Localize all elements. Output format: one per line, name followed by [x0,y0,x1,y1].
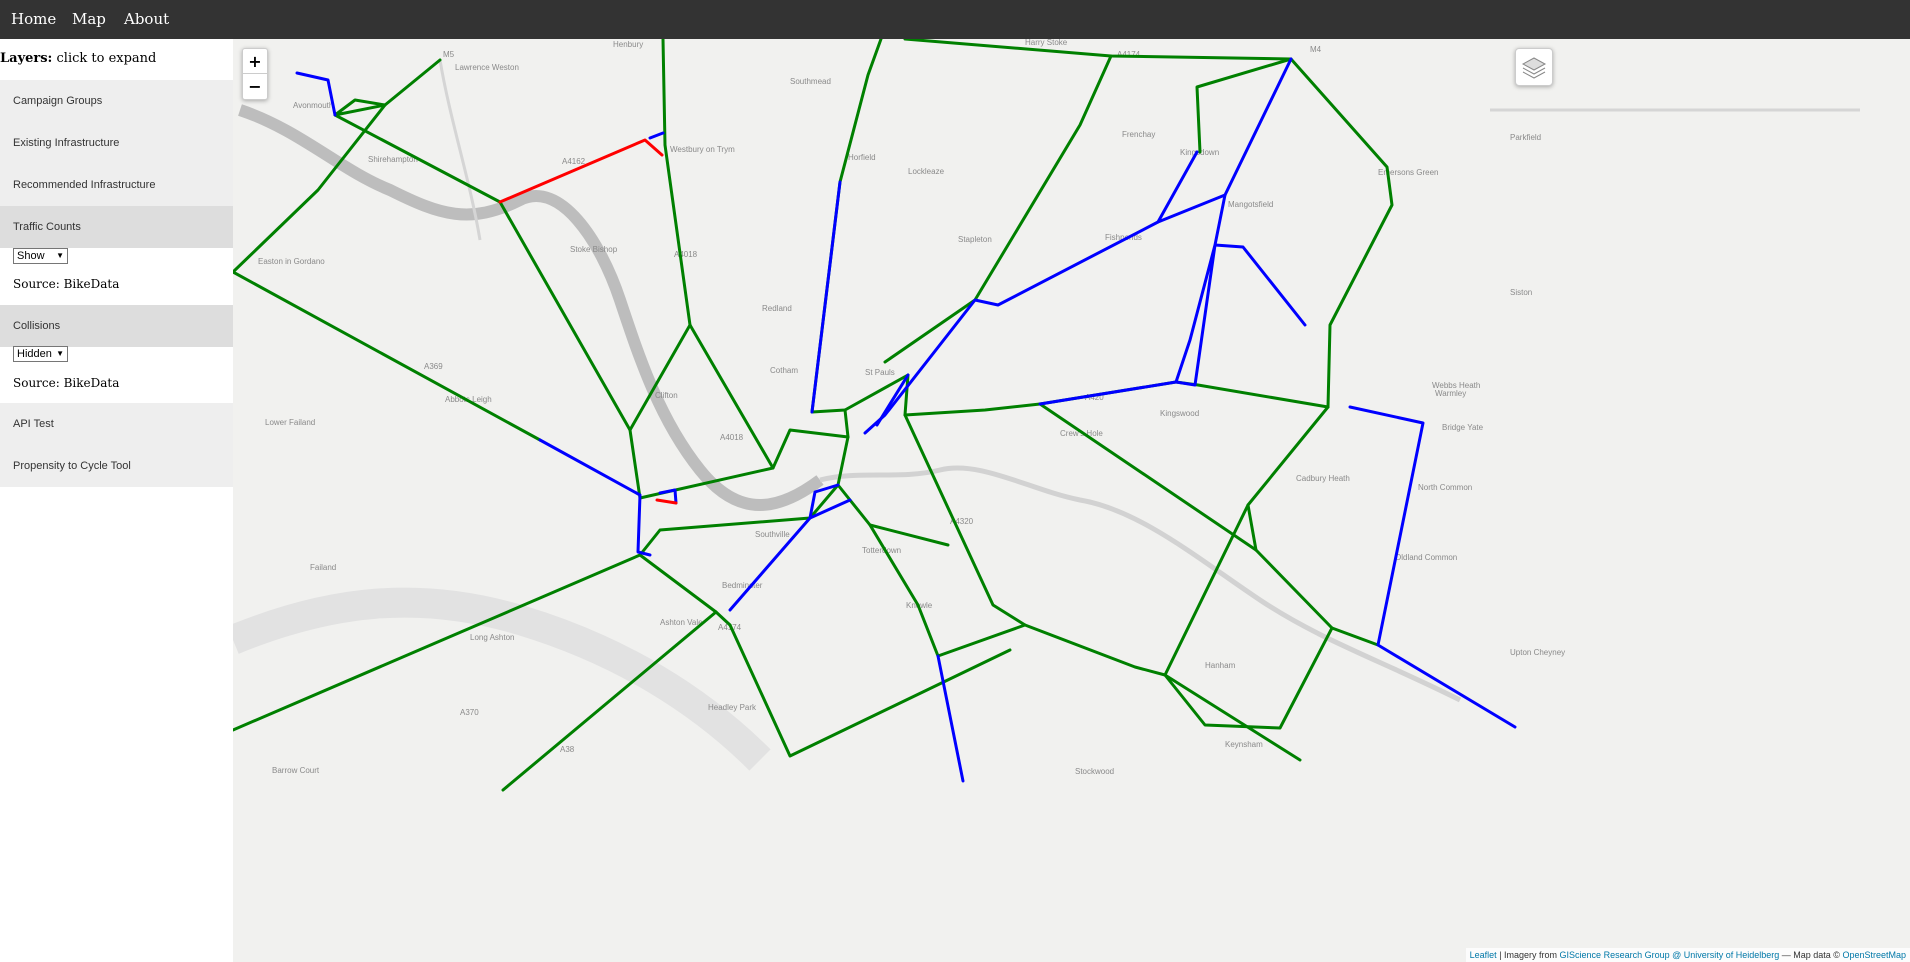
map-place-label: North Common [1418,483,1472,492]
map-attribution: Leaflet | Imagery from GIScience Researc… [1465,948,1910,962]
nav-home[interactable]: Home [11,0,56,39]
nav-map[interactable]: Map [72,0,106,39]
giscience-link[interactable]: GIScience Research Group @ University of… [1560,950,1780,960]
map-place-label: Siston [1510,288,1532,297]
traffic-counts-select[interactable]: Show ▼ [13,248,68,264]
map-place-label: Totterdown [862,546,901,555]
collisions-source: Source: BikeData [13,376,120,390]
map-place-label: A369 [424,362,443,371]
map-place-label: Southmead [790,77,831,86]
map-place-label: Lower Failand [265,418,315,427]
layers-sidebar: Layers: click to expand Campaign Groups … [0,39,233,962]
zoom-control: + − [242,48,268,100]
nav-about[interactable]: About [124,0,169,39]
map-place-label: M5 [443,50,455,59]
map-place-label: A370 [460,708,479,717]
map-place-label: Henbury [613,40,643,49]
map-place-label: Kingswood [1160,409,1199,418]
leaflet-link[interactable]: Leaflet [1470,950,1497,960]
collisions-select-value: Hidden [17,348,52,360]
map-place-label: Failand [310,563,336,572]
map-place-label: Oldland Common [1395,553,1457,562]
map-place-label: Ashton Vale [660,618,703,627]
map-place-label: Upton Cheyney [1510,648,1565,657]
layers-heading: Layers: click to expand [0,51,156,66]
basemap [233,39,1910,962]
map-place-label: Clifton [655,391,678,400]
layers-heading-hint: click to expand [56,51,157,66]
map-place-label: Parkfield [1510,133,1541,142]
map-place-label: St Pauls [865,368,895,377]
layer-group-collisions[interactable]: Collisions [0,305,233,347]
openstreetmap-link[interactable]: OpenStreetMap [1842,950,1906,960]
top-navbar: Home Map About [0,0,1910,39]
layers-control-button[interactable] [1515,48,1553,86]
layer-group-existing-infrastructure[interactable]: Existing Infrastructure [0,122,233,164]
map-place-label: Bridge Yate [1442,423,1484,432]
map-canvas[interactable]: M5 Lawrence Weston Henbury Southmead Harry S… [233,39,1910,962]
layer-group-campaign-groups[interactable]: Campaign Groups [0,80,233,122]
map-svg: M5Lawrence Weston Henbury Southmead Harry S… [233,39,1910,962]
map-place-label: Bedminster [722,581,763,590]
map-place-label: Westbury on Trym [670,145,735,154]
dropdown-arrow-icon: ▼ [56,349,64,358]
dropdown-arrow-icon: ▼ [56,251,64,260]
map-place-label: Warmley [1435,389,1466,398]
map-place-label: Headley Park [708,703,757,712]
zoom-in-button[interactable]: + [243,49,267,74]
collisions-select[interactable]: Hidden ▼ [13,346,68,362]
layer-group-recommended-infrastructure[interactable]: Recommended Infrastructure [0,164,233,206]
map-place-label: Cadbury Heath [1296,474,1350,483]
zoom-out-button[interactable]: − [243,74,267,99]
map-place-label: Barrow Court [272,766,320,775]
map-place-label: Cotham [770,366,798,375]
map-place-label: A4018 [720,433,744,442]
map-place-label: Webbs Heath [1432,381,1480,390]
map-place-label: Avonmouth [293,101,333,110]
layers-stack-icon [1521,57,1547,79]
attribution-text: — Map data © [1779,950,1843,960]
map-place-label: Lockleaze [908,167,945,176]
map-place-label: Hanham [1205,661,1236,670]
map-place-label: Frenchay [1122,130,1155,139]
map-place-label: M4 [1310,45,1322,54]
map-place-label: Mangotsfield [1228,200,1273,209]
map-place-label: Horfield [848,153,876,162]
map-place-label: Long Ashton [470,633,514,642]
traffic-counts-select-value: Show [17,250,45,262]
map-place-label: Stapleton [958,235,992,244]
layer-group-api-test[interactable]: API Test [0,403,233,445]
map-place-label: Keynsham [1225,740,1263,749]
map-place-label: Harry Stoke [1025,39,1068,47]
map-place-label: Stoke Bishop [570,245,618,254]
map-place-label: Easton in Gordano [258,257,325,266]
traffic-counts-source: Source: BikeData [13,277,120,291]
map-place-label: Stockwood [1075,767,1114,776]
map-place-label: Lawrence Weston [455,63,519,72]
attribution-text: | Imagery from [1496,950,1560,960]
layers-heading-bold: Layers: [0,51,53,66]
layer-group-propensity-to-cycle[interactable]: Propensity to Cycle Tool [0,445,233,487]
map-place-label: Southville [755,530,790,539]
map-place-label: Redland [762,304,792,313]
map-place-label: A38 [560,745,575,754]
layer-group-traffic-counts[interactable]: Traffic Counts [0,206,233,248]
map-place-label: A4018 [674,250,698,259]
map-place-label: A4162 [562,157,586,166]
